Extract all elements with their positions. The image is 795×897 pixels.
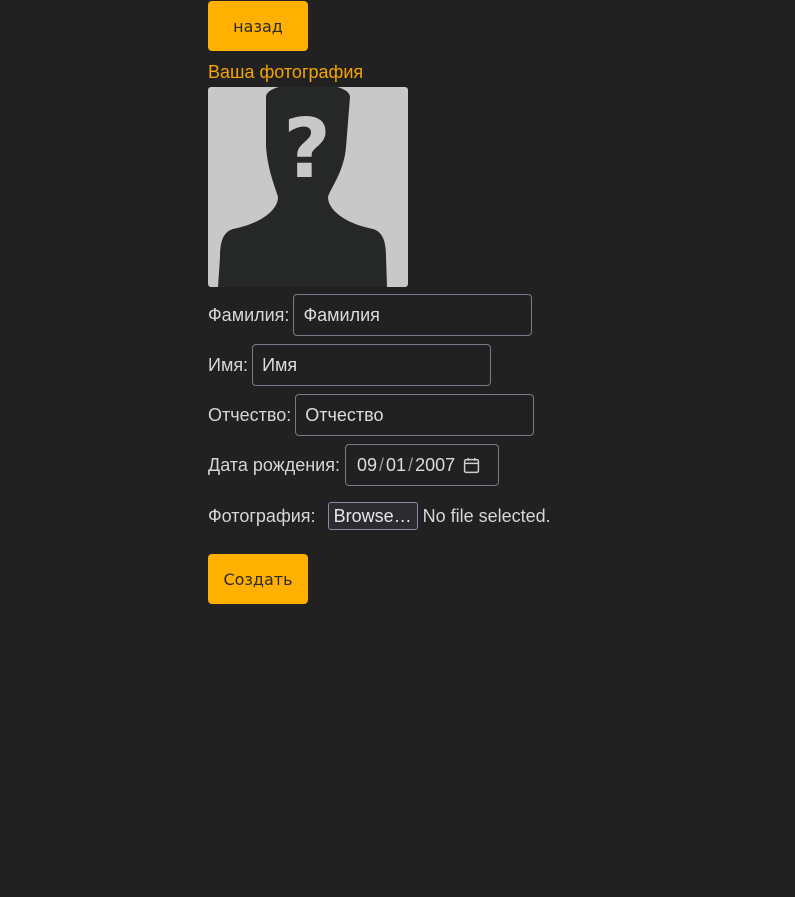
first-name-input[interactable]: Имя bbox=[252, 344, 492, 386]
create-button[interactable]: Создать bbox=[208, 554, 308, 604]
browse-button[interactable]: Browse… bbox=[327, 502, 418, 530]
profile-photo: ? bbox=[208, 87, 408, 287]
date-separator: / bbox=[408, 454, 414, 475]
first-name-row: Имя: Имя bbox=[208, 344, 492, 386]
birth-date-month[interactable]: 09 bbox=[357, 455, 377, 476]
photo-file-label: Фотография: bbox=[208, 505, 316, 526]
unknown-person-icon: ? bbox=[218, 87, 387, 287]
birth-date-row: Дата рождения: 09 / 01 / 2007 bbox=[208, 444, 499, 486]
back-button[interactable]: назад bbox=[208, 1, 308, 51]
birth-date-input[interactable]: 09 / 01 / 2007 bbox=[344, 444, 499, 486]
first-name-label: Имя: bbox=[208, 354, 249, 375]
birth-date-label: Дата рождения: bbox=[208, 454, 340, 475]
patronymic-label: Отчество: bbox=[208, 404, 292, 425]
photo-file-row: Фотография: Browse… No file selected. bbox=[208, 502, 551, 530]
calendar-icon[interactable] bbox=[463, 457, 480, 474]
birth-date-day[interactable]: 01 bbox=[386, 455, 406, 476]
file-status: No file selected. bbox=[422, 505, 551, 526]
last-name-input[interactable]: Фамилия bbox=[293, 294, 533, 336]
date-separator: / bbox=[379, 454, 385, 475]
last-name-label: Фамилия: bbox=[208, 304, 290, 325]
last-name-row: Фамилия: Фамилия bbox=[208, 294, 533, 336]
patronymic-input[interactable]: Отчество bbox=[295, 394, 535, 436]
svg-text:?: ? bbox=[283, 102, 331, 197]
birth-date-year[interactable]: 2007 bbox=[415, 455, 455, 476]
photo-heading: Ваша фотография bbox=[208, 62, 364, 82]
patronymic-row: Отчество: Отчество bbox=[208, 394, 535, 436]
